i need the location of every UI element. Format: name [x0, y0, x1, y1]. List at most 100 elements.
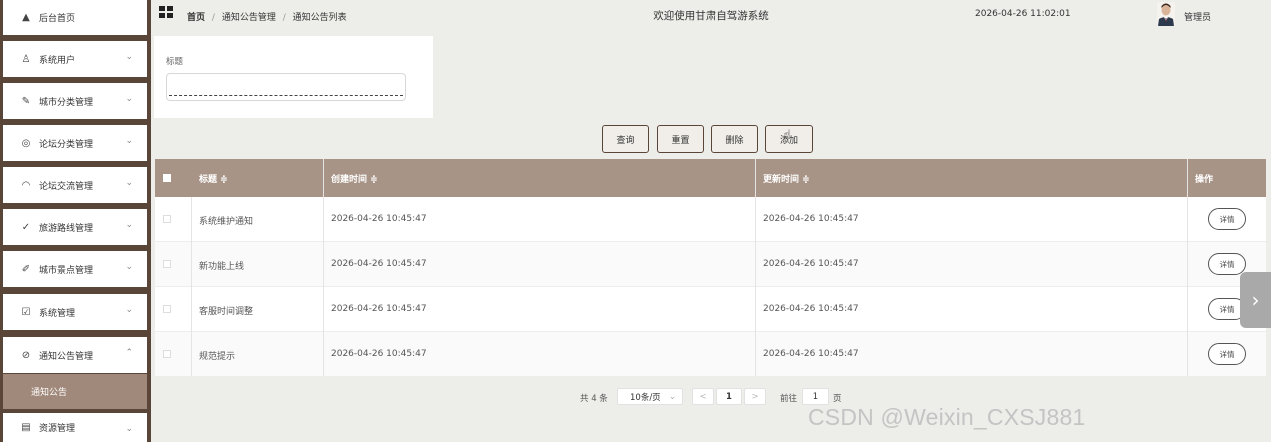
sidebar-subitem-label: 通知公告	[31, 388, 68, 398]
sidebar-item-label: 论坛分类管理	[39, 139, 94, 150]
goto-page-input[interactable]: 1	[802, 388, 829, 405]
title-search-input[interactable]	[166, 73, 406, 101]
sidebar-item-resources[interactable]: ▤ 资源管理 ⌄	[3, 413, 147, 442]
input-focus-underline	[169, 95, 403, 96]
cell-title: 系统维护通知	[199, 217, 254, 227]
user-icon: ♙	[21, 53, 31, 65]
sidebar-subitem-notice[interactable]: 通知公告	[3, 374, 147, 409]
row-checkbox[interactable]	[163, 215, 171, 223]
pagination: 共 4 条 10条/页 ⌄ < 1 > 前往 1 页	[151, 387, 1271, 407]
table-row: 客服时间调整 2026-04-26 10:45:47 2026-04-26 10…	[155, 287, 1266, 331]
sidebar-item-label: 资源管理	[39, 424, 76, 434]
table-row: 系统维护通知 2026-04-26 10:45:47 2026-04-26 10…	[155, 197, 1266, 241]
column-header-actions: 操作	[1195, 175, 1214, 185]
search-panel: 标题	[154, 36, 433, 118]
chevron-down-icon: ⌄	[125, 94, 133, 104]
sidebar-item-label: 系统用户	[39, 55, 76, 66]
sidebar-item-label: 后台首页	[39, 14, 76, 24]
sidebar-item-label: 通知公告管理	[39, 351, 94, 362]
sidebar-item-forum[interactable]: ◠ 论坛交流管理 ⌄	[3, 167, 147, 203]
avatar[interactable]	[1157, 2, 1175, 26]
cell-created: 2026-04-26 10:45:47	[331, 214, 427, 224]
cell-created: 2026-04-26 10:45:47	[331, 304, 427, 314]
row-checkbox[interactable]	[163, 350, 171, 358]
cell-updated: 2026-04-26 10:45:47	[763, 259, 859, 269]
side-drawer-toggle[interactable]: ›	[1240, 272, 1271, 328]
delete-button[interactable]: 删除	[711, 125, 758, 153]
category-icon: ◎	[21, 137, 31, 149]
detail-button[interactable]: 详情	[1208, 343, 1246, 365]
settings-doc-icon: ☑	[21, 306, 31, 318]
attachment-icon: ⊘	[21, 349, 31, 361]
column-divider	[1187, 159, 1188, 376]
sidebar-item-users[interactable]: ♙ 系统用户 ⌄	[3, 41, 147, 77]
sidebar-item-city-category[interactable]: ✎ 城市分类管理 ⌄	[3, 83, 147, 119]
pagination-total: 共 4 条	[580, 394, 608, 404]
sidebar-item-notice[interactable]: ⊘ 通知公告管理 ⌃	[3, 337, 147, 373]
search-label: 标题	[166, 57, 184, 67]
cell-updated: 2026-04-26 10:45:47	[763, 214, 859, 224]
row-checkbox[interactable]	[163, 305, 171, 313]
home-icon: ▲	[22, 12, 30, 23]
cell-updated: 2026-04-26 10:45:47	[763, 349, 859, 359]
cell-created: 2026-04-26 10:45:47	[331, 349, 427, 359]
current-datetime: 2026-04-26 11:02:01	[975, 9, 1071, 19]
bell-icon: ◠	[21, 179, 31, 191]
chevron-down-icon: ⌄	[125, 424, 133, 434]
cell-created: 2026-04-26 10:45:47	[331, 259, 427, 269]
row-checkbox[interactable]	[163, 260, 171, 268]
chevron-down-icon: ⌄	[668, 391, 676, 402]
sidebar-item-scenic[interactable]: ✐ 城市景点管理 ⌄	[3, 251, 147, 287]
sidebar-item-home[interactable]: ▲ 后台首页	[3, 0, 147, 35]
next-page-button[interactable]: >	[744, 388, 766, 405]
main-content: 首页 / 通知公告管理 / 通知公告列表 欢迎使用甘肃自驾游系统 2026-04…	[151, 0, 1271, 442]
resource-icon: ▤	[21, 422, 31, 433]
sidebar-item-system[interactable]: ☑ 系统管理 ⌄	[3, 294, 147, 330]
sidebar-item-label: 城市分类管理	[39, 97, 94, 108]
page-size-select[interactable]: 10条/页 ⌄	[617, 388, 683, 405]
cell-updated: 2026-04-26 10:45:47	[763, 304, 859, 314]
watermark: CSDN @Weixin_CXSJ881	[808, 404, 1086, 430]
sidebar: ▲ 后台首页 ♙ 系统用户 ⌄ ✎ 城市分类管理 ⌄ ◎ 论坛分类管理 ⌄ ◠ …	[0, 0, 151, 442]
cell-title: 客服时间调整	[199, 307, 254, 317]
sidebar-item-forum-category[interactable]: ◎ 论坛分类管理 ⌄	[3, 125, 147, 161]
top-bar: 首页 / 通知公告管理 / 通知公告列表 欢迎使用甘肃自驾游系统 2026-04…	[151, 0, 1271, 30]
chevron-down-icon: ⌄	[125, 262, 133, 272]
chevron-right-icon: ›	[1251, 288, 1260, 312]
column-divider	[191, 197, 192, 376]
query-button[interactable]: 查询	[602, 125, 649, 153]
chevron-down-icon: ⌄	[125, 52, 133, 62]
sidebar-item-routes[interactable]: ✓ 旅游路线管理 ⌄	[3, 209, 147, 245]
page-number-current[interactable]: 1	[716, 388, 742, 405]
detail-button[interactable]: 详情	[1208, 253, 1246, 275]
sidebar-item-label: 旅游路线管理	[39, 223, 94, 234]
cell-title: 新功能上线	[199, 262, 245, 272]
column-divider	[323, 159, 324, 376]
edit-icon: ✎	[21, 95, 31, 107]
column-header-updated[interactable]: 更新时间 ≑	[763, 172, 810, 185]
pen-icon: ✐	[21, 263, 31, 275]
chevron-down-icon: ⌄	[125, 305, 133, 315]
prev-page-button[interactable]: <	[692, 388, 714, 405]
cell-title: 规范提示	[199, 352, 236, 362]
select-all-checkbox[interactable]	[163, 174, 171, 182]
detail-button[interactable]: 详情	[1208, 208, 1246, 230]
chevron-down-icon: ⌄	[125, 136, 133, 146]
sidebar-item-label: 论坛交流管理	[39, 181, 94, 192]
sidebar-item-label: 系统管理	[39, 308, 76, 319]
reset-button[interactable]: 重置	[657, 125, 704, 153]
table-header: 标题 ≑ 创建时间 ≑ 更新时间 ≑ 操作	[155, 159, 1266, 197]
user-name[interactable]: 管理员	[1184, 10, 1211, 23]
welcome-title: 欢迎使用甘肃自驾游系统	[653, 10, 769, 22]
table-row: 规范提示 2026-04-26 10:45:47 2026-04-26 10:4…	[155, 332, 1266, 376]
goto-label: 前往	[780, 394, 798, 404]
chevron-up-icon: ⌃	[125, 348, 133, 358]
column-header-title[interactable]: 标题 ≑	[199, 172, 228, 185]
chevron-down-icon: ⌄	[125, 178, 133, 188]
page-unit-label: 页	[833, 394, 842, 404]
column-divider	[755, 159, 756, 376]
sidebar-item-label: 城市景点管理	[39, 265, 94, 276]
table-row: 新功能上线 2026-04-26 10:45:47 2026-04-26 10:…	[155, 242, 1266, 286]
page-size-value: 10条/页	[630, 392, 661, 403]
column-header-created[interactable]: 创建时间 ≑	[331, 172, 378, 185]
